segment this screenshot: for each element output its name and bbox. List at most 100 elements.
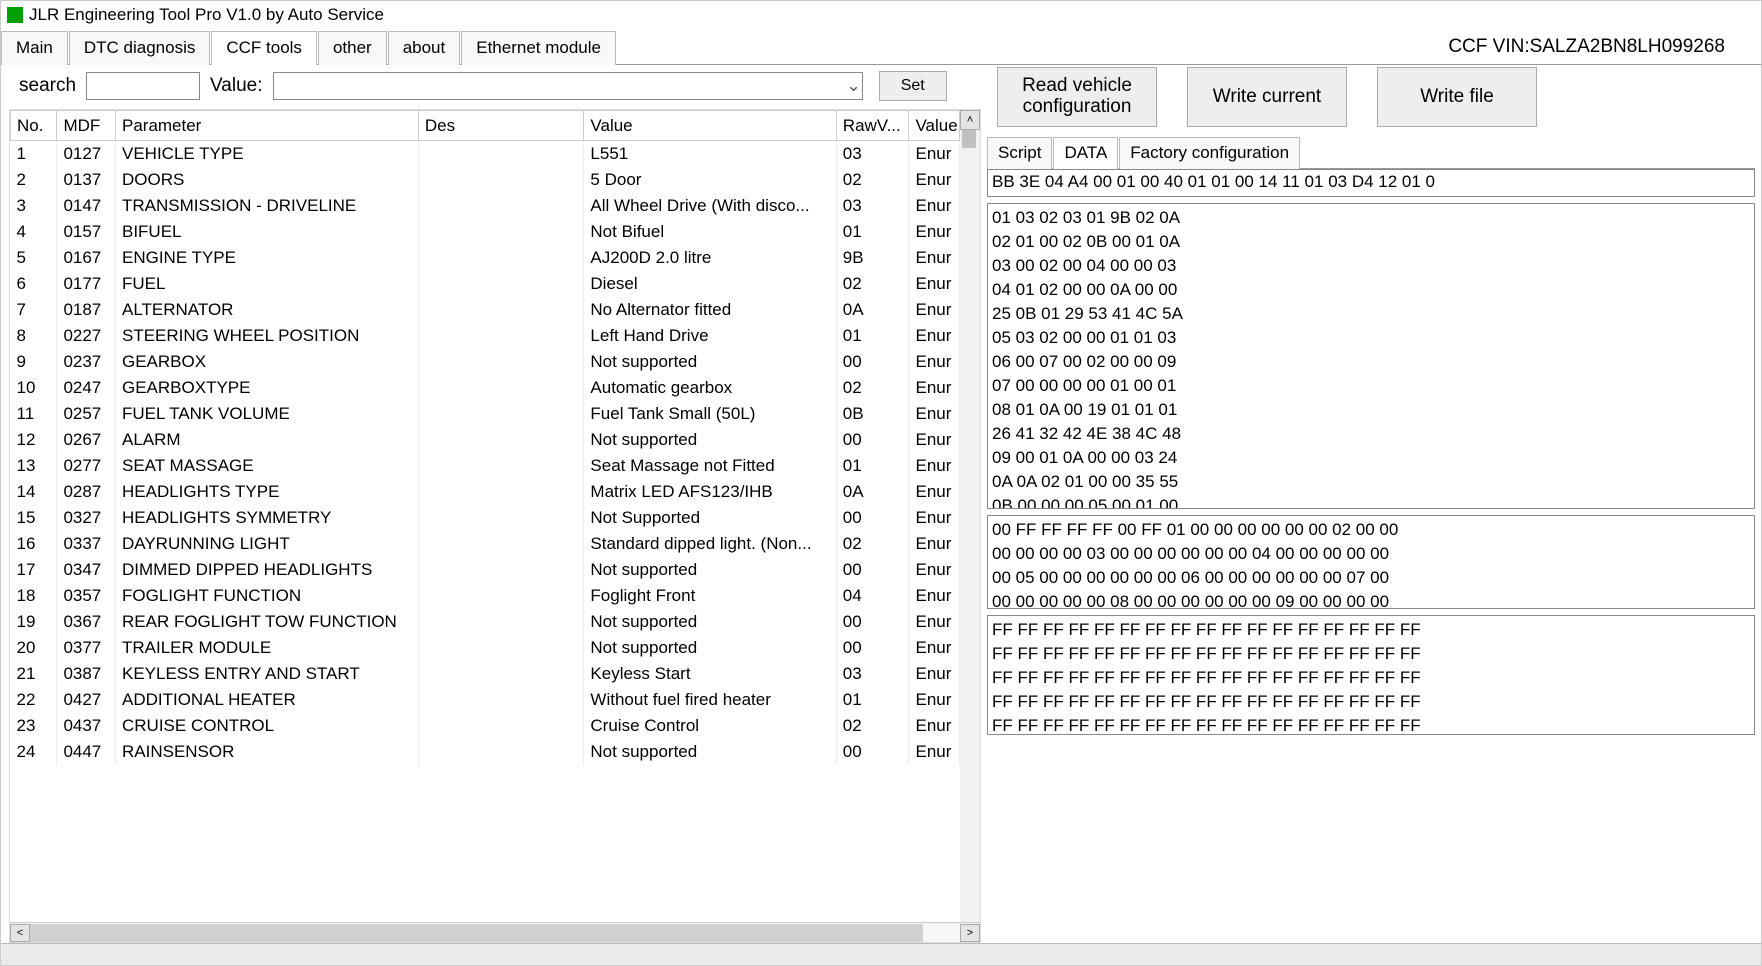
cell-raw: 02 <box>836 713 909 739</box>
scroll-right-icon[interactable]: > <box>960 924 980 942</box>
table-row[interactable]: 180357FOGLIGHT FUNCTIONFoglight Front04E… <box>11 583 960 609</box>
cell-vt: Enur <box>909 349 960 375</box>
cell-vt: Enur <box>909 687 960 713</box>
cell-mdf: 0237 <box>57 349 116 375</box>
table-row[interactable]: 90237GEARBOXNot supported00Enur <box>11 349 960 375</box>
value-input[interactable] <box>273 72 863 100</box>
tab-other[interactable]: other <box>318 31 387 65</box>
tab-main[interactable]: Main <box>1 31 68 65</box>
tab-ccf-tools[interactable]: CCF tools <box>211 31 317 65</box>
set-button[interactable]: Set <box>879 71 947 101</box>
cell-vt: Enur <box>909 271 960 297</box>
table-row[interactable]: 140287HEADLIGHTS TYPEMatrix LED AFS123/I… <box>11 479 960 505</box>
cell-mdf: 0437 <box>57 713 116 739</box>
cell-des <box>418 739 584 765</box>
cell-param: FUEL TANK VOLUME <box>115 401 418 427</box>
table-row[interactable]: 40157BIFUELNot Bifuel01Enur <box>11 219 960 245</box>
table-row[interactable]: 210387KEYLESS ENTRY AND STARTKeyless Sta… <box>11 661 960 687</box>
cell-param: REAR FOGLIGHT TOW FUNCTION <box>115 609 418 635</box>
table-row[interactable]: 100247GEARBOXTYPEAutomatic gearbox02Enur <box>11 375 960 401</box>
subtab-factory-configuration[interactable]: Factory configuration <box>1119 137 1300 169</box>
table-row[interactable]: 70187ALTERNATORNo Alternator fitted0AEnu… <box>11 297 960 323</box>
cell-raw: 00 <box>836 505 909 531</box>
data-header-line[interactable]: BB 3E 04 A4 00 01 00 40 01 01 00 14 11 0… <box>987 169 1755 197</box>
cell-no: 3 <box>11 193 57 219</box>
cell-param: TRANSMISSION - DRIVELINE <box>115 193 418 219</box>
vertical-scrollbar[interactable]: ˄ ˅ <box>960 110 980 942</box>
cell-value: Cruise Control <box>584 713 836 739</box>
app-window: JLR Engineering Tool Pro V1.0 by Auto Se… <box>0 0 1762 966</box>
grid-header-row: No. MDF Parameter Des Value RawV... Valu… <box>11 111 960 141</box>
cell-param: HEADLIGHTS SYMMETRY <box>115 505 418 531</box>
table-row[interactable]: 20137DOORS5 Door02Enur <box>11 167 960 193</box>
table-row[interactable]: 150327HEADLIGHTS SYMMETRYNot Supported00… <box>11 505 960 531</box>
cell-param: ADDITIONAL HEATER <box>115 687 418 713</box>
col-mdf[interactable]: MDF <box>57 111 116 141</box>
write-file-button[interactable]: Write file <box>1377 67 1537 127</box>
data-block-2[interactable] <box>988 516 1754 608</box>
cell-mdf: 0257 <box>57 401 116 427</box>
cell-vt: Enur <box>909 141 960 167</box>
data-block-1[interactable] <box>988 204 1754 508</box>
table-row[interactable]: 80227STEERING WHEEL POSITIONLeft Hand Dr… <box>11 323 960 349</box>
cell-raw: 01 <box>836 219 909 245</box>
cell-no: 15 <box>11 505 57 531</box>
cell-no: 5 <box>11 245 57 271</box>
table-row[interactable]: 60177FUELDiesel02Enur <box>11 271 960 297</box>
table-row[interactable]: 30147TRANSMISSION - DRIVELINEAll Wheel D… <box>11 193 960 219</box>
cell-vt: Enur <box>909 557 960 583</box>
tab-about[interactable]: about <box>388 31 461 65</box>
table-row[interactable]: 50167ENGINE TYPEAJ200D 2.0 litre9BEnur <box>11 245 960 271</box>
table-row[interactable]: 240447RAINSENSORNot supported00Enur <box>11 739 960 765</box>
cell-des <box>418 661 584 687</box>
cell-des <box>418 583 584 609</box>
col-parameter[interactable]: Parameter <box>115 111 418 141</box>
table-row[interactable]: 220427ADDITIONAL HEATERWithout fuel fire… <box>11 687 960 713</box>
col-value[interactable]: Value <box>584 111 836 141</box>
cell-vt: Enur <box>909 713 960 739</box>
cell-raw: 0A <box>836 479 909 505</box>
table-row[interactable]: 110257FUEL TANK VOLUMEFuel Tank Small (5… <box>11 401 960 427</box>
scroll-up-icon[interactable]: ˄ <box>960 110 980 130</box>
cell-mdf: 0337 <box>57 531 116 557</box>
action-buttons: Read vehicle configuration Write current… <box>987 65 1755 135</box>
horizontal-scrollbar[interactable]: < > <box>10 922 980 942</box>
cell-no: 13 <box>11 453 57 479</box>
cell-mdf: 0387 <box>57 661 116 687</box>
table-row[interactable]: 170347DIMMED DIPPED HEADLIGHTSNot suppor… <box>11 557 960 583</box>
scroll-left-icon[interactable]: < <box>10 924 30 942</box>
table-row[interactable]: 130277SEAT MASSAGESeat Massage not Fitte… <box>11 453 960 479</box>
search-input[interactable] <box>86 72 200 100</box>
table-row[interactable]: 160337DAYRUNNING LIGHTStandard dipped li… <box>11 531 960 557</box>
col-des[interactable]: Des <box>418 111 584 141</box>
col-valuetype[interactable]: Value <box>909 111 960 141</box>
cell-raw: 00 <box>836 739 909 765</box>
table-row[interactable]: 230437CRUISE CONTROLCruise Control02Enur <box>11 713 960 739</box>
cell-vt: Enur <box>909 167 960 193</box>
cell-param: FOGLIGHT FUNCTION <box>115 583 418 609</box>
tab-ethernet-module[interactable]: Ethernet module <box>461 31 616 65</box>
top-tabs: MainDTC diagnosisCCF toolsotheraboutEthe… <box>1 29 1761 65</box>
window-title: JLR Engineering Tool Pro V1.0 by Auto Se… <box>29 5 384 25</box>
subtab-script[interactable]: Script <box>987 137 1052 169</box>
table-row[interactable]: 200377TRAILER MODULENot supported00Enur <box>11 635 960 661</box>
table-row[interactable]: 190367REAR FOGLIGHT TOW FUNCTIONNot supp… <box>11 609 960 635</box>
cell-vt: Enur <box>909 401 960 427</box>
read-vehicle-config-button[interactable]: Read vehicle configuration <box>997 67 1157 127</box>
tab-dtc-diagnosis[interactable]: DTC diagnosis <box>69 31 211 65</box>
cell-no: 1 <box>11 141 57 167</box>
data-block-3[interactable] <box>988 616 1754 734</box>
write-current-button[interactable]: Write current <box>1187 67 1347 127</box>
cell-des <box>418 479 584 505</box>
cell-raw: 01 <box>836 453 909 479</box>
col-no[interactable]: No. <box>11 111 57 141</box>
subtab-data[interactable]: DATA <box>1053 137 1118 169</box>
table-row[interactable]: 120267ALARMNot supported00Enur <box>11 427 960 453</box>
cell-no: 18 <box>11 583 57 609</box>
table-row[interactable]: 10127VEHICLE TYPEL55103Enur <box>11 141 960 167</box>
col-raw[interactable]: RawV... <box>836 111 909 141</box>
cell-no: 23 <box>11 713 57 739</box>
cell-param: DOORS <box>115 167 418 193</box>
parameter-grid[interactable]: No. MDF Parameter Des Value RawV... Valu… <box>9 109 981 943</box>
cell-des <box>418 427 584 453</box>
